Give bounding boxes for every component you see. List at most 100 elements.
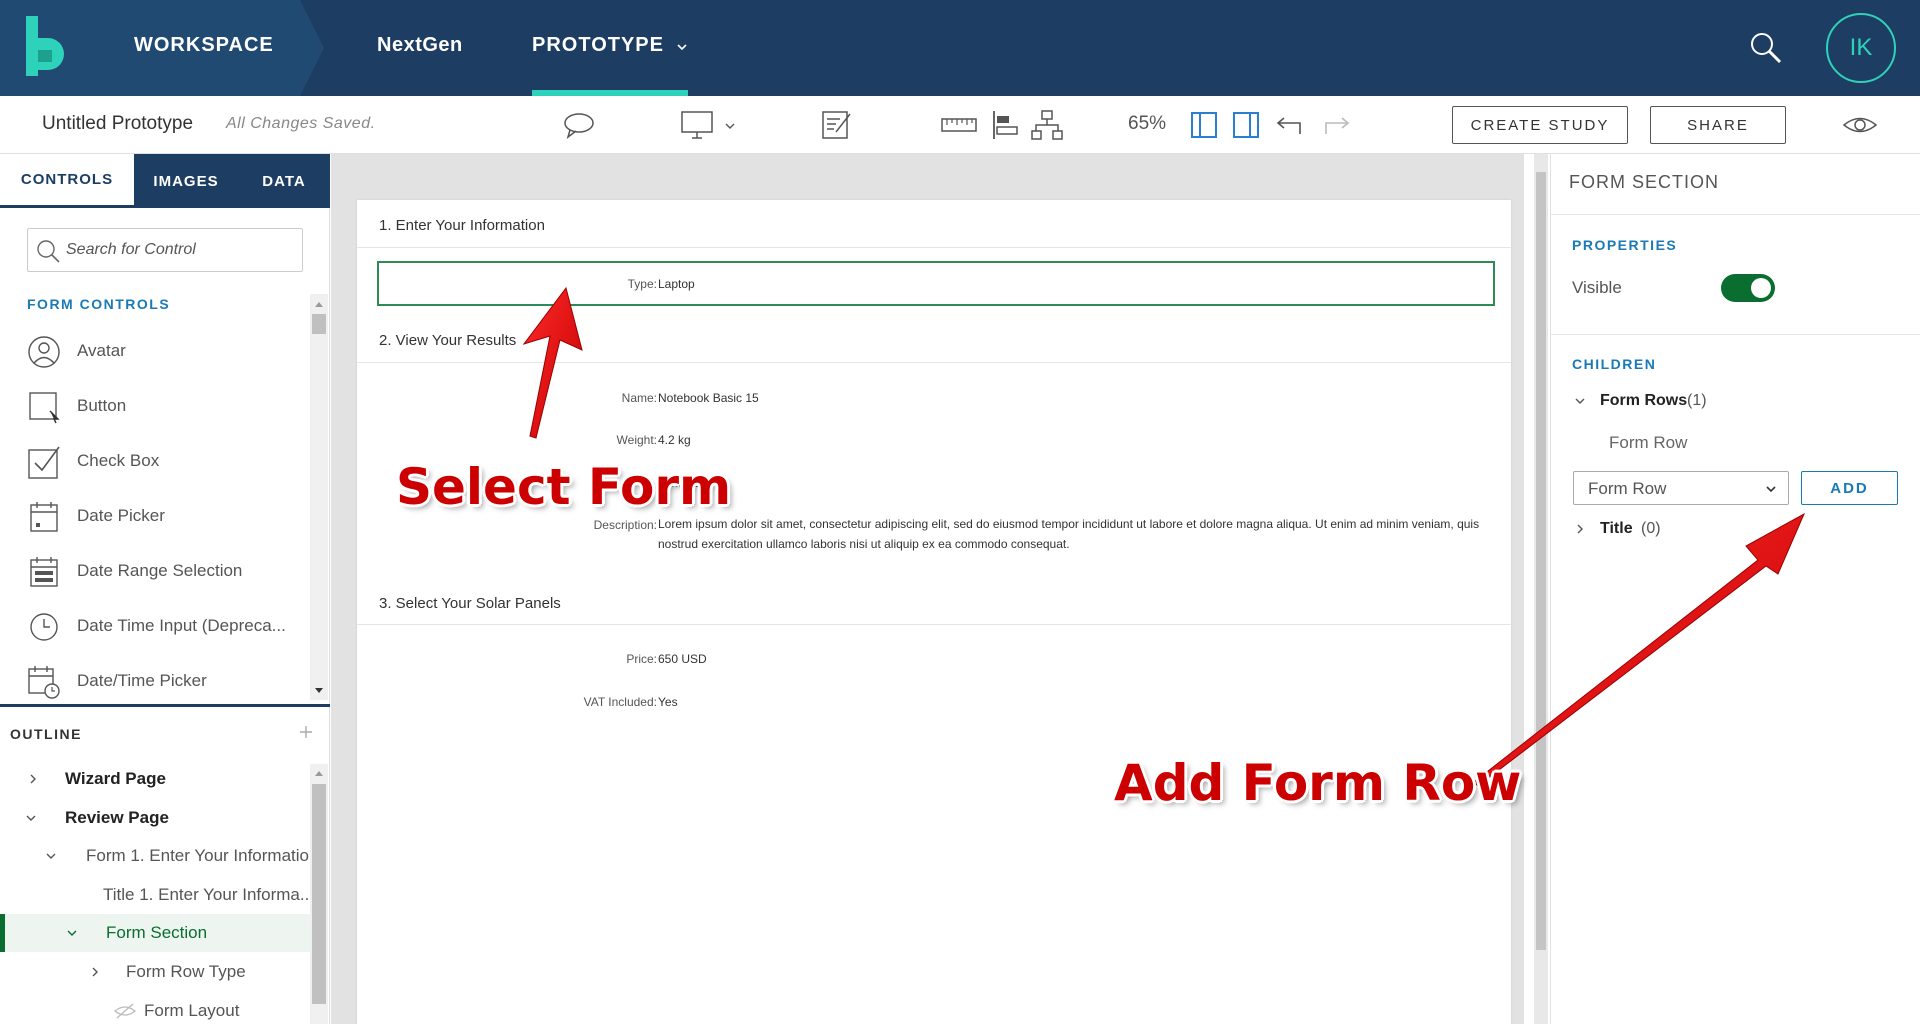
undo-icon[interactable] bbox=[1274, 108, 1308, 142]
chevron-down-icon[interactable] bbox=[44, 849, 58, 863]
controls-scroll-thumb[interactable] bbox=[312, 314, 326, 334]
chevron-right-icon[interactable] bbox=[26, 772, 40, 786]
control-date-range-selection[interactable]: Date Range Selection bbox=[0, 544, 310, 599]
outline-label: Form Section bbox=[106, 923, 208, 942]
canvas-scroll-thumb[interactable] bbox=[1536, 172, 1546, 950]
zoom-level[interactable]: 65% bbox=[1128, 113, 1166, 135]
properties-panel: FORM SECTION PROPERTIES Visible CHILDREN… bbox=[1550, 154, 1920, 1024]
field-value: Yes bbox=[658, 695, 678, 709]
scroll-down-icon[interactable] bbox=[313, 686, 325, 696]
chevron-down-icon[interactable] bbox=[65, 926, 79, 940]
control-label: Button bbox=[77, 396, 127, 415]
preview-eye-icon[interactable] bbox=[1842, 108, 1878, 142]
chevron-down-icon[interactable] bbox=[724, 120, 736, 132]
chevron-down-icon[interactable] bbox=[24, 811, 38, 825]
prototype-title[interactable]: Untitled Prototype bbox=[42, 113, 193, 135]
avatar-icon bbox=[28, 336, 60, 368]
outline-item-title-1[interactable]: Title 1. Enter Your Informa... bbox=[0, 876, 314, 914]
layout-right-icon[interactable] bbox=[1230, 108, 1264, 142]
hidden-eye-icon[interactable] bbox=[114, 1002, 136, 1020]
create-study-button[interactable]: CREATE STUDY bbox=[1452, 106, 1628, 144]
prototype-page[interactable]: 1. Enter Your Information Type: Laptop 2… bbox=[357, 200, 1511, 1024]
form-row-child[interactable]: Form Row bbox=[1609, 433, 1687, 453]
app-logo-icon[interactable] bbox=[26, 16, 70, 76]
add-child-button[interactable]: ADD bbox=[1801, 471, 1898, 505]
field-label: Price: bbox=[626, 652, 657, 666]
panel-title: FORM SECTION bbox=[1569, 172, 1719, 192]
field-label: Type: bbox=[627, 277, 657, 291]
panel-tabs: CONTROLS IMAGES DATA bbox=[0, 154, 330, 208]
align-icon[interactable] bbox=[990, 108, 1024, 142]
comment-icon[interactable] bbox=[562, 108, 596, 142]
scroll-up-icon[interactable] bbox=[313, 299, 325, 309]
prototype-menu[interactable]: PROTOTYPE bbox=[532, 34, 664, 57]
tab-data[interactable]: DATA bbox=[238, 154, 330, 208]
outline-item-form-row-type[interactable]: Form Row Type bbox=[0, 953, 310, 991]
control-date-time-input[interactable]: Date Time Input (Depreca... bbox=[0, 599, 310, 654]
sitemap-icon[interactable] bbox=[1030, 108, 1064, 142]
control-search-input[interactable]: Search for Control bbox=[27, 228, 303, 272]
chevron-right-icon[interactable] bbox=[88, 965, 102, 979]
outline-scroll-thumb[interactable] bbox=[312, 784, 326, 1004]
save-status: All Changes Saved. bbox=[226, 115, 376, 132]
left-panel: CONTROLS IMAGES DATA Search for Control … bbox=[0, 154, 330, 1024]
form-rows-count: (1) bbox=[1687, 392, 1707, 409]
section-divider bbox=[357, 247, 1511, 248]
project-link[interactable]: NextGen bbox=[377, 34, 463, 57]
child-type-select[interactable]: Form Row bbox=[1573, 471, 1789, 505]
control-date-picker[interactable]: Date Picker bbox=[0, 489, 310, 544]
outline-label: Form 1. Enter Your Information bbox=[86, 846, 319, 865]
outline-item-form-layout[interactable]: Form Layout bbox=[0, 992, 310, 1024]
redo-icon[interactable] bbox=[1318, 108, 1352, 142]
control-avatar[interactable]: Avatar bbox=[0, 324, 310, 379]
section-title[interactable]: 2. View Your Results bbox=[379, 332, 516, 349]
tab-controls[interactable]: CONTROLS bbox=[0, 154, 134, 208]
tab-images[interactable]: IMAGES bbox=[134, 154, 238, 208]
user-avatar[interactable]: IK bbox=[1826, 13, 1896, 83]
title-child-label[interactable]: Title bbox=[1600, 520, 1633, 538]
field-value: Notebook Basic 15 bbox=[658, 391, 759, 405]
field-label: Name: bbox=[621, 391, 657, 405]
selection-indicator bbox=[0, 914, 5, 952]
toggle-knob bbox=[1751, 278, 1771, 298]
layout-left-icon[interactable] bbox=[1188, 108, 1222, 142]
clock-icon bbox=[30, 613, 58, 641]
notes-icon[interactable] bbox=[820, 108, 854, 142]
section-title[interactable]: 3. Select Your Solar Panels bbox=[379, 595, 561, 612]
checkbox-icon bbox=[28, 446, 60, 479]
button-icon bbox=[29, 392, 60, 424]
visible-toggle[interactable] bbox=[1721, 274, 1775, 302]
field-label: Weight: bbox=[616, 433, 657, 447]
date-range-icon bbox=[30, 557, 58, 587]
add-icon[interactable] bbox=[298, 724, 314, 740]
control-date-time-picker[interactable]: Date/Time Picker bbox=[0, 654, 310, 709]
share-button[interactable]: SHARE bbox=[1650, 106, 1786, 144]
outline-item-wizard-page[interactable]: Wizard Page bbox=[0, 760, 310, 798]
form-controls-heading: FORM CONTROLS bbox=[27, 296, 171, 312]
outline-label: Review Page bbox=[65, 808, 169, 827]
design-canvas[interactable]: 1. Enter Your Information Type: Laptop 2… bbox=[331, 154, 1524, 1024]
chevron-down-icon[interactable] bbox=[675, 40, 689, 54]
workspace-link[interactable]: WORKSPACE bbox=[134, 34, 274, 57]
outline-item-review-page[interactable]: Review Page bbox=[0, 799, 310, 837]
chevron-right-icon[interactable] bbox=[1573, 522, 1587, 536]
title-child-count: (0) bbox=[1641, 520, 1661, 537]
form-rows-label[interactable]: Form Rows bbox=[1600, 392, 1687, 410]
control-button[interactable]: Button bbox=[0, 379, 310, 434]
field-label: Description: bbox=[593, 518, 657, 532]
search-icon[interactable] bbox=[1748, 30, 1784, 66]
children-heading: CHILDREN bbox=[1572, 356, 1657, 372]
scroll-up-icon[interactable] bbox=[313, 768, 325, 778]
controls-scrollbar[interactable] bbox=[310, 294, 328, 700]
field-value: 650 USD bbox=[658, 652, 707, 666]
outline-item-form-1[interactable]: Form 1. Enter Your Information bbox=[0, 837, 318, 875]
ruler-icon[interactable] bbox=[940, 108, 978, 142]
section-title[interactable]: 1. Enter Your Information bbox=[379, 217, 545, 234]
outline-label: Title 1. Enter Your Informa... bbox=[103, 885, 315, 904]
desktop-icon[interactable] bbox=[680, 108, 714, 142]
chevron-down-icon[interactable] bbox=[1573, 394, 1587, 408]
control-check-box[interactable]: Check Box bbox=[0, 434, 310, 489]
field-value: Laptop bbox=[658, 277, 695, 291]
outline-item-form-section[interactable]: Form Section bbox=[0, 914, 310, 952]
control-label: Date/Time Picker bbox=[77, 671, 207, 690]
